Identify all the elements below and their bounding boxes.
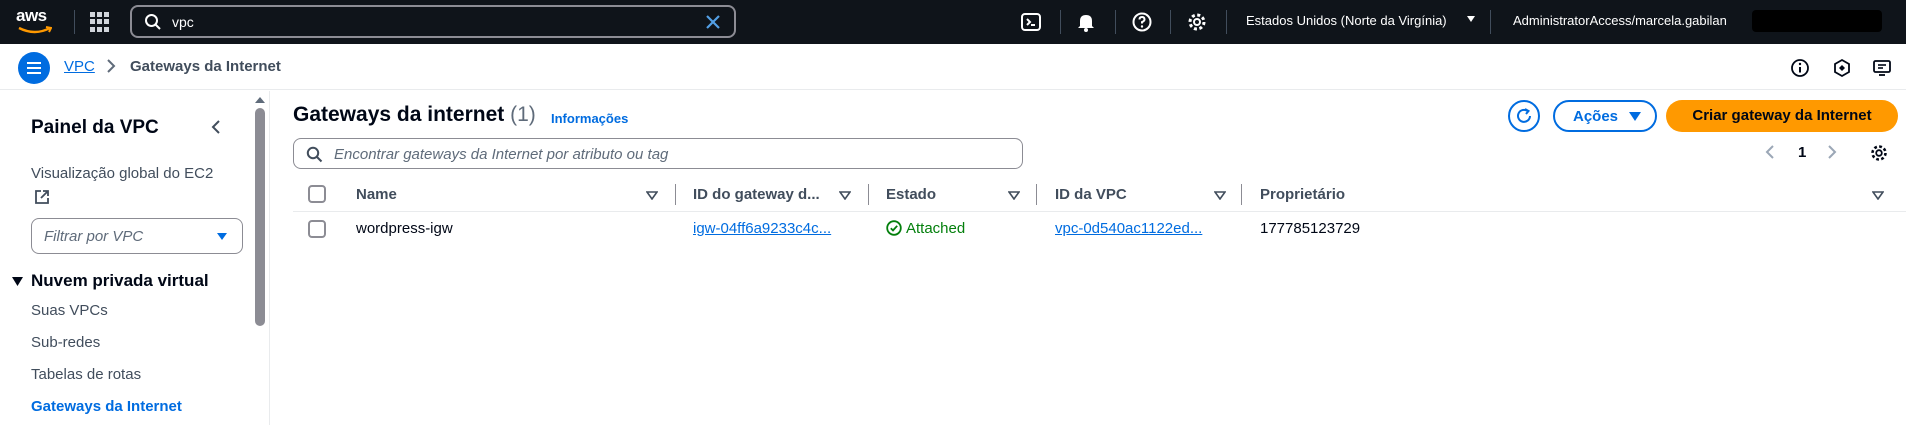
scroll-up-arrow[interactable]	[255, 97, 265, 103]
table-search-input[interactable]: Encontrar gateways da Internet por atrib…	[293, 138, 1023, 169]
breadcrumb-current: Gateways da Internet	[130, 58, 281, 75]
column-header-name[interactable]: Name	[356, 186, 397, 203]
chevron-right-icon	[107, 59, 116, 73]
cell-gateway-id-link[interactable]: igw-04ff6a9233c4c...	[693, 220, 831, 237]
sidebar-item-vpcs[interactable]: Suas VPCs	[31, 302, 108, 319]
scrollbar-thumb[interactable]	[255, 108, 265, 326]
sort-caret-icon[interactable]	[839, 191, 851, 200]
sort-caret-icon[interactable]	[646, 191, 658, 200]
search-value: vpc	[172, 14, 194, 30]
nav-divider	[1115, 10, 1116, 34]
caret-down-icon[interactable]	[1466, 15, 1476, 23]
menu-icon[interactable]	[18, 52, 50, 84]
search-icon	[306, 146, 323, 163]
sidebar: Painel da VPC Visualização global do EC2…	[0, 91, 270, 425]
caret-down-icon	[12, 277, 23, 286]
nav-divider	[1490, 10, 1491, 34]
aws-logo[interactable]: aws	[16, 6, 58, 38]
gear-icon[interactable]	[1869, 143, 1889, 163]
external-link-icon[interactable]	[34, 189, 50, 205]
nav-divider	[74, 10, 75, 34]
info-link[interactable]: Informações	[551, 111, 628, 126]
sidebar-item-route-tables[interactable]: Tabelas de rotas	[31, 366, 141, 383]
search-icon	[145, 14, 161, 30]
column-header-gateway-id[interactable]: ID do gateway d...	[693, 186, 820, 203]
sort-caret-icon[interactable]	[1008, 191, 1020, 200]
services-grid-icon[interactable]	[90, 12, 110, 32]
column-header-status[interactable]: Estado	[886, 186, 936, 203]
refresh-icon	[1517, 108, 1531, 123]
column-divider[interactable]	[675, 184, 676, 205]
cell-vpc-id-link[interactable]: vpc-0d540ac1122ed...	[1055, 220, 1202, 237]
breadcrumb: VPC Gateways da Internet	[0, 44, 1906, 90]
item-count: (1)	[510, 103, 536, 126]
select-all-checkbox[interactable]	[308, 185, 326, 203]
sidebar-scrollbar[interactable]	[253, 91, 267, 425]
cell-status: Attached	[886, 220, 965, 237]
column-header-vpc-id[interactable]: ID da VPC	[1055, 186, 1127, 203]
account-menu[interactable]: AdministratorAccess/marcela.gabilan	[1513, 13, 1727, 28]
cell-name: wordpress-igw	[356, 220, 453, 237]
actions-button[interactable]: Ações	[1553, 100, 1657, 132]
nav-divider	[1060, 10, 1061, 34]
check-circle-icon	[886, 220, 902, 236]
table-search-placeholder: Encontrar gateways da Internet por atrib…	[334, 146, 669, 163]
redacted-area	[1752, 10, 1882, 32]
caret-down-icon	[217, 233, 227, 240]
sidebar-item-internet-gateways[interactable]: Gateways da Internet	[31, 398, 182, 415]
gear-icon[interactable]	[1186, 11, 1208, 33]
create-internet-gateway-button[interactable]: Criar gateway da Internet	[1666, 100, 1898, 132]
vpc-filter-select[interactable]: Filtrar por VPC	[31, 218, 243, 254]
info-circle-icon[interactable]	[1790, 58, 1810, 78]
page-title-text: Gateways da internet	[293, 103, 505, 126]
chevron-left-icon[interactable]	[1765, 144, 1775, 160]
chevron-right-icon[interactable]	[1827, 144, 1837, 160]
bell-icon[interactable]	[1075, 11, 1097, 33]
sidebar-section-label: Nuvem privada virtual	[31, 271, 209, 290]
breadcrumb-vpc-link[interactable]: VPC	[64, 58, 95, 75]
status-text: Attached	[906, 220, 966, 237]
help-icon[interactable]	[1131, 11, 1153, 33]
sidebar-item-ec2-global-view[interactable]: Visualização global do EC2	[31, 165, 213, 182]
cell-owner: 177785123729	[1260, 220, 1361, 237]
sort-caret-icon[interactable]	[1872, 191, 1884, 200]
table-header: Name ID do gateway d... Estado ID da VPC…	[293, 177, 1906, 212]
column-divider[interactable]	[868, 184, 869, 205]
sidebar-section-vpc[interactable]: Nuvem privada virtual	[12, 271, 209, 291]
current-page[interactable]: 1	[1798, 144, 1806, 161]
cloudshell-icon[interactable]	[1020, 11, 1042, 33]
column-divider[interactable]	[1036, 184, 1037, 205]
aws-logo-text: aws	[16, 6, 47, 25]
collapse-sidebar-icon[interactable]	[210, 119, 222, 135]
row-checkbox[interactable]	[308, 220, 326, 238]
page-title: Gateways da internet (1)	[293, 103, 536, 127]
refresh-button[interactable]	[1508, 100, 1540, 132]
clear-search-icon[interactable]	[704, 13, 722, 31]
nav-divider	[1170, 10, 1171, 34]
caret-down-icon	[1629, 112, 1641, 121]
region-selector[interactable]: Estados Unidos (Norte da Virgínia)	[1246, 13, 1447, 28]
table-row[interactable]: wordpress-igw igw-04ff6a9233c4c... Attac…	[293, 212, 1906, 246]
vpc-filter-placeholder: Filtrar por VPC	[44, 228, 144, 245]
column-header-owner[interactable]: Proprietário	[1260, 186, 1345, 203]
sidebar-title: Painel da VPC	[31, 117, 159, 138]
sort-caret-icon[interactable]	[1214, 191, 1226, 200]
security-hex-icon[interactable]	[1832, 58, 1852, 78]
global-search-input[interactable]: vpc	[130, 5, 736, 38]
actions-button-label: Ações	[1573, 108, 1619, 125]
feedback-screen-icon[interactable]	[1872, 58, 1892, 78]
top-navigation: aws vpc Estados Unidos (Norte da Virgíni…	[0, 0, 1906, 44]
nav-divider	[1226, 10, 1227, 34]
sidebar-item-subnets[interactable]: Sub-redes	[31, 334, 100, 351]
column-divider[interactable]	[1241, 184, 1242, 205]
